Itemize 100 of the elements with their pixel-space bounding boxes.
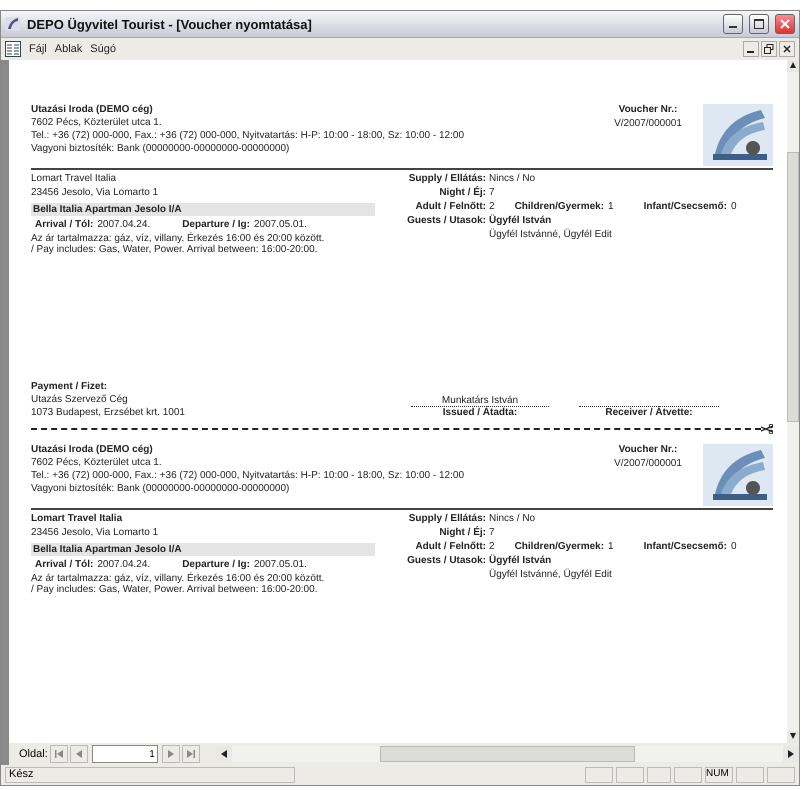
departure-label: Departure / Ig:: [182, 559, 250, 570]
agency-contact: Tel.: +36 (72) 000-000, Fax.: +36 (72) 000-000, Nyitvatartás: H-P: 10:00 - 18:00, Sz: 10:00 - 12:00: [31, 470, 466, 481]
restore-button[interactable]: [761, 41, 777, 57]
note-text: Az ár tartalmazza: gáz, víz, villany. Érkezés 16:00 és 20:00 között.: [31, 233, 326, 244]
status-panel: [616, 767, 644, 783]
note-text: / Pay includes: Gas, Water, Power. Arrival between: 16:00-20:00.: [31, 244, 318, 255]
agency-address: 7602 Pécs, Közterület utca 1.: [31, 457, 163, 468]
last-page-icon: [186, 750, 195, 758]
night-value: 7: [489, 187, 495, 198]
page-label: Oldal:: [19, 748, 48, 760]
guests-label: Guests / Utasok:: [406, 215, 486, 226]
note-text: Az ár tartalmazza: gáz, víz, villany. Érkezés 16:00 és 20:00 között.: [31, 573, 326, 584]
children-label: Children/Gyermek:: [514, 541, 604, 552]
right-arrow-icon: [788, 750, 794, 758]
logo-icon: [703, 104, 773, 166]
status-panel: [674, 767, 702, 783]
close-button[interactable]: [779, 41, 795, 57]
night-label: Night / Éj:: [438, 187, 486, 198]
children-label: Children/Gyermek:: [514, 201, 604, 212]
guests-label: Guests / Utasok:: [406, 555, 486, 566]
night-label: Night / Éj:: [438, 527, 486, 538]
close-icon: [780, 19, 790, 29]
close-button[interactable]: [775, 14, 795, 34]
horizontal-scrollbar[interactable]: [216, 746, 799, 762]
guest-names: Ügyfél Istvánné, Ügyfél Edit: [489, 229, 612, 240]
last-page-button[interactable]: [182, 745, 200, 763]
previous-page-icon: [76, 750, 82, 758]
arrival-label: Arrival / Tól:: [35, 559, 94, 570]
up-arrow-icon: [790, 62, 796, 70]
departure-date: 2007.05.01.: [254, 559, 307, 570]
window-title: DEPO Ügyvitel Tourist - [Voucher nyomtatása]: [27, 16, 313, 32]
adult-value: 2: [489, 201, 495, 212]
supply-value: Nincs / No: [489, 513, 536, 524]
adult-value: 2: [489, 541, 495, 552]
voucher-label: Voucher Nr.:: [618, 444, 678, 455]
guest-names: Ügyfél Istvánné, Ügyfél Edit: [489, 569, 612, 580]
status-text: Kész: [5, 767, 294, 783]
supply-label: Supply / Ellátás:: [408, 513, 486, 524]
payment-label: Payment / Fizet:: [31, 381, 108, 392]
logo-icon: [703, 444, 773, 506]
vertical-scrollbar[interactable]: [787, 60, 799, 743]
infant-value: 0: [730, 541, 737, 552]
receiver-label: Receiver / Átvette:: [605, 407, 693, 418]
previous-page-button[interactable]: [70, 745, 88, 763]
payer-name: Utazás Szervező Cég: [31, 394, 129, 405]
first-page-button[interactable]: [50, 745, 68, 763]
adult-label: Adult / Felnőtt:: [414, 541, 486, 552]
infant-label: Infant/Csecsemő:: [644, 201, 727, 212]
document-icon[interactable]: [5, 41, 21, 57]
infant-label: Infant/Csecsemő:: [644, 541, 727, 552]
page-number-field[interactable]: 1: [92, 745, 158, 763]
children-value: 1: [608, 541, 614, 552]
partner-name: Lomart Travel Italia: [31, 173, 118, 184]
maximize-button[interactable]: [749, 14, 769, 34]
left-arrow-icon: [220, 750, 227, 758]
minimize-button[interactable]: [723, 14, 743, 34]
agency-guarantee: Vagyoni biztosíték: Bank (00000000-00000000-00000000): [31, 483, 290, 494]
accommodation-name: Bella Italia Apartman Jesolo I/A: [31, 203, 375, 216]
partner-name: Lomart Travel Italia: [31, 513, 124, 524]
supply-label: Supply / Ellátás:: [408, 173, 486, 184]
accommodation-name: Bella Italia Apartman Jesolo I/A: [31, 543, 375, 556]
agency-address: 7602 Pécs, Közterület utca 1.: [31, 117, 163, 128]
note-text: / Pay includes: Gas, Water, Power. Arrival between: 16:00-20:00.: [31, 584, 318, 595]
payer-address: 1073 Budapest, Erzsébet krt. 1001: [31, 407, 186, 418]
status-panel: [767, 767, 795, 783]
children-value: 1: [608, 201, 614, 212]
menu-item[interactable]: Súgó: [90, 43, 116, 55]
adult-label: Adult / Felnőtt:: [414, 201, 486, 212]
next-page-icon: [168, 750, 174, 758]
arrival-date: 2007.04.24.: [97, 219, 150, 230]
agency-name: Utazási Iroda (DEMO cég): [31, 104, 154, 115]
status-panel: [736, 767, 764, 783]
down-arrow-icon: [790, 733, 796, 741]
maximize-icon: [754, 19, 764, 29]
supply-value: Nincs / No: [489, 173, 536, 184]
app-icon: [5, 16, 21, 32]
partner-address: 23456 Jesolo, Via Lomarto 1: [31, 527, 160, 538]
agency-name: Utazási Iroda (DEMO cég): [31, 444, 154, 455]
menu-item[interactable]: Ablak: [54, 43, 82, 55]
restore-icon: [764, 44, 774, 54]
guest-name: Ügyfél István: [489, 555, 552, 566]
agency-contact: Tel.: +36 (72) 000-000, Fax.: +36 (72) 000-000, Nyitvatartás: H-P: 10:00 - 18:00, Sz: 10:00 - 12:00: [31, 130, 466, 141]
partner-address: 23456 Jesolo, Via Lomarto 1: [31, 187, 160, 198]
menu-item[interactable]: Fájl: [29, 43, 47, 55]
guest-name: Ügyfél István: [489, 215, 552, 226]
close-icon: [783, 45, 791, 53]
first-page-icon: [54, 750, 63, 758]
scissors-icon: [761, 424, 773, 434]
status-panel: [647, 767, 671, 783]
next-page-button[interactable]: [162, 745, 180, 763]
issued-label: Issued / Átadta:: [442, 407, 518, 418]
voucher-number: V/2007/000001: [614, 458, 682, 469]
departure-label: Departure / Ig:: [182, 219, 250, 230]
voucher-label: Voucher Nr.:: [618, 104, 678, 115]
night-value: 7: [489, 527, 495, 538]
arrival-date: 2007.04.24.: [97, 559, 150, 570]
voucher-number: V/2007/000001: [614, 118, 682, 129]
issuer-name: Munkatárs István: [442, 395, 518, 406]
agency-guarantee: Vagyoni biztosíték: Bank (00000000-00000000-00000000): [31, 143, 290, 154]
minimize-button[interactable]: [743, 41, 759, 57]
